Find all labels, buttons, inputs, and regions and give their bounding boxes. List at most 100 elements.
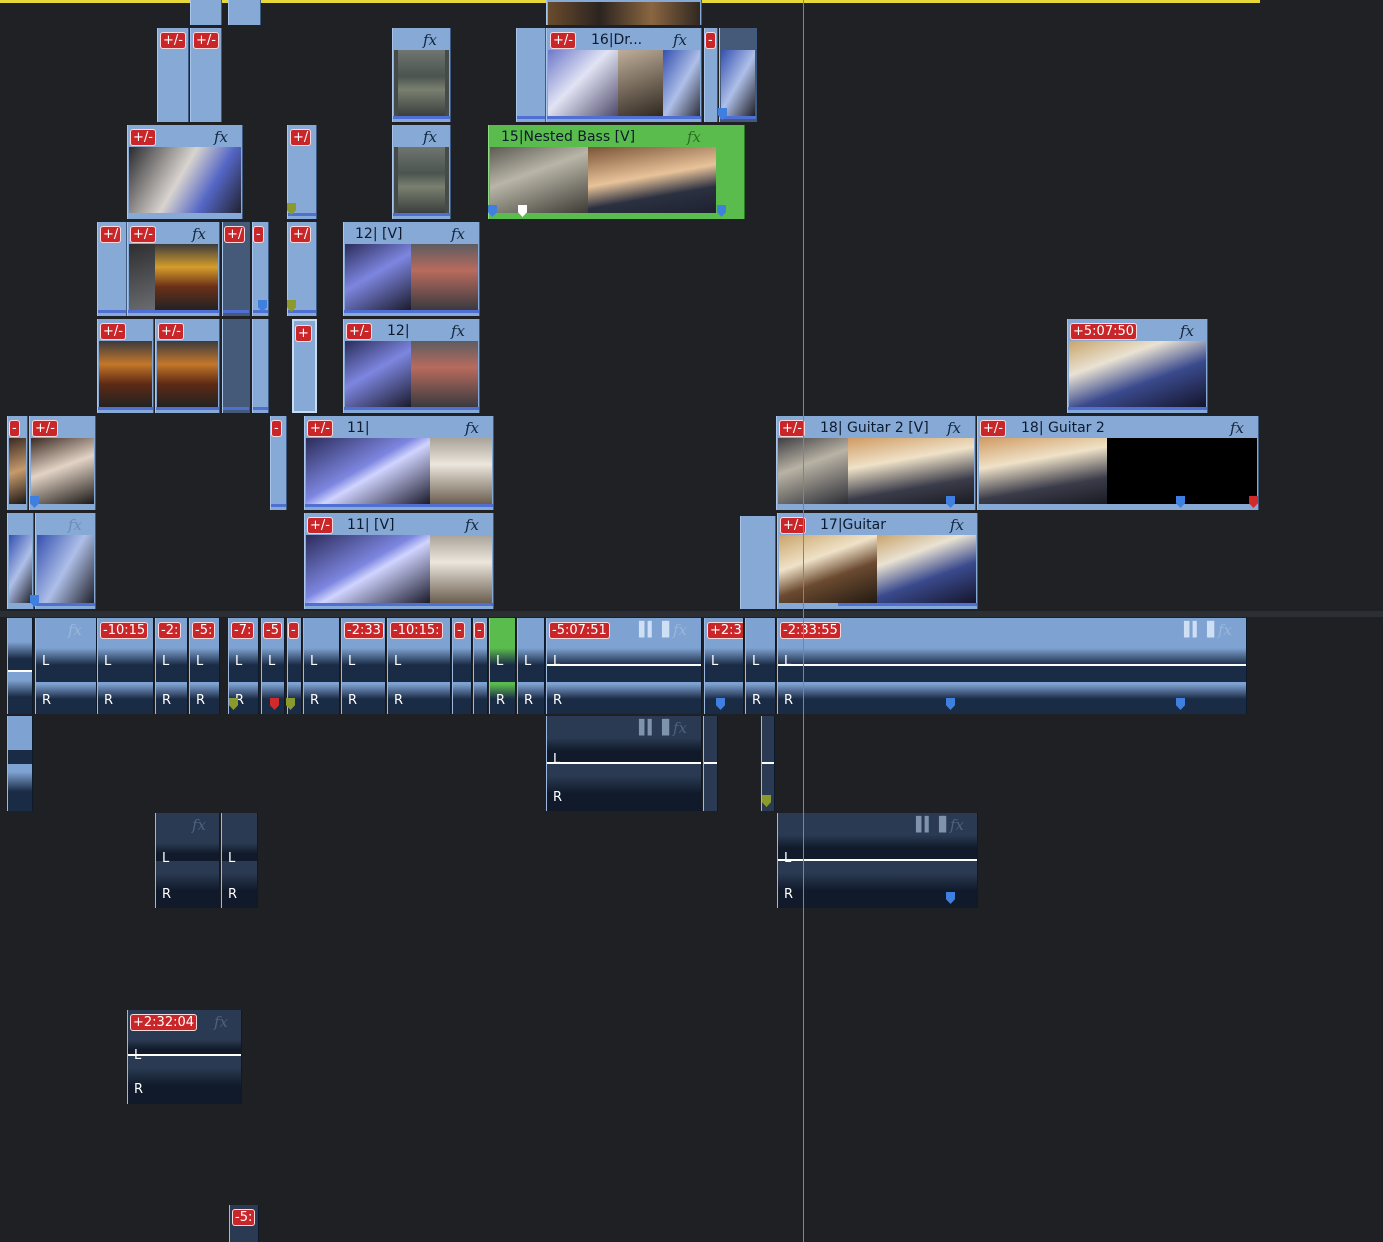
audio-clip[interactable] — [7, 716, 33, 811]
level-badge[interactable]: +/- — [980, 420, 1006, 437]
audio-track-7[interactable] — [0, 1200, 1383, 1242]
fx-icon[interactable]: fx — [68, 516, 82, 534]
waveform-icon[interactable]: ▌▍▐▍ — [1184, 622, 1221, 638]
video-clip[interactable]: + — [292, 319, 317, 413]
video-clip[interactable]: fx — [392, 125, 451, 219]
waveform-icon[interactable]: ▌▍▐▍ — [639, 622, 676, 638]
fx-icon[interactable]: fx — [192, 225, 206, 243]
video-clip[interactable] — [740, 516, 776, 609]
level-badge[interactable]: +5:07:50 — [1070, 323, 1138, 340]
video-clip[interactable]: +/- — [155, 319, 220, 413]
level-badge[interactable]: +/ — [224, 226, 246, 243]
level-badge[interactable]: +/- — [100, 323, 126, 340]
fx-icon[interactable]: fx — [192, 816, 206, 834]
fx-icon[interactable]: fx — [451, 225, 465, 243]
offset-badge[interactable]: - — [288, 622, 299, 639]
audio-clip[interactable]: -5:07:51 ▌▍▐▍ fx L R — [546, 618, 702, 714]
fx-icon[interactable]: fx — [214, 1013, 228, 1031]
fx-icon[interactable]: fx — [214, 128, 228, 146]
level-badge[interactable]: +/- — [307, 420, 333, 437]
offset-badge[interactable]: -5: — [192, 622, 216, 639]
video-clip[interactable] — [546, 0, 702, 25]
offset-badge[interactable]: -5: — [232, 1209, 256, 1226]
audio-clip[interactable]: ▌▍▐▍ fx L R — [546, 716, 702, 811]
volume-envelope[interactable] — [128, 1054, 241, 1056]
audio-clip[interactable]: -2:33 L R — [341, 618, 386, 714]
audio-clip[interactable]: -2: L R — [155, 618, 188, 714]
volume-envelope[interactable] — [778, 859, 977, 861]
offset-badge[interactable]: -5 — [263, 622, 282, 639]
volume-envelope[interactable] — [778, 664, 1246, 666]
timeline[interactable]: +/- +/- fx +/- 16|Dr... fx - +/- fx +/ f… — [0, 0, 1383, 1242]
audio-track-4[interactable] — [0, 909, 1383, 1007]
video-clip[interactable]: - — [270, 416, 287, 510]
fx-icon[interactable]: fx — [687, 128, 701, 146]
audio-clip[interactable] — [7, 618, 33, 714]
video-clip[interactable]: - — [7, 416, 28, 510]
level-badge[interactable]: +/- — [550, 32, 576, 49]
audio-clip[interactable]: L R — [221, 813, 258, 908]
fx-icon[interactable]: fx — [1218, 621, 1232, 639]
video-clip[interactable]: +/ — [222, 222, 250, 316]
level-badge[interactable]: +/- — [130, 129, 156, 146]
fx-icon[interactable]: fx — [1230, 419, 1244, 437]
video-clip[interactable] — [719, 28, 757, 122]
level-badge[interactable]: - — [253, 226, 264, 243]
audio-clip[interactable]: fx L R — [35, 618, 97, 714]
level-badge[interactable]: +/- — [307, 517, 333, 534]
level-badge[interactable]: + — [295, 325, 312, 342]
level-badge[interactable]: +/- — [160, 32, 186, 49]
fx-icon[interactable]: fx — [68, 621, 82, 639]
nested-audio-clip[interactable]: L R — [489, 618, 516, 714]
volume-envelope[interactable] — [8, 670, 32, 672]
offset-badge[interactable]: - — [454, 622, 465, 639]
volume-envelope[interactable] — [547, 762, 701, 764]
fx-icon[interactable]: fx — [1180, 322, 1194, 340]
video-clip[interactable]: +/- 12| fx — [343, 319, 480, 413]
audio-clip[interactable]: L R — [745, 618, 776, 714]
nested-clip[interactable]: 15|Nested Bass [V] fx — [488, 125, 745, 219]
video-clip[interactable]: - — [704, 28, 718, 122]
fx-icon[interactable]: fx — [673, 719, 687, 737]
video-track-7[interactable] — [0, 512, 1383, 612]
offset-badge[interactable]: -2:33 — [344, 622, 384, 639]
fx-icon[interactable]: fx — [673, 31, 687, 49]
volume-envelope[interactable] — [547, 664, 701, 666]
level-badge[interactable]: +/- — [32, 420, 58, 437]
waveform-icon[interactable]: ▌▍▐▍ — [639, 720, 676, 736]
fx-icon[interactable]: fx — [950, 816, 964, 834]
offset-badge[interactable]: -10:15: — [390, 622, 443, 639]
level-badge[interactable]: - — [9, 420, 20, 437]
level-badge[interactable]: +/- — [193, 32, 219, 49]
offset-badge[interactable]: -2:33:55 — [780, 622, 841, 639]
video-clip[interactable]: +/- — [97, 319, 154, 413]
fx-icon[interactable]: fx — [673, 621, 687, 639]
level-badge[interactable]: +/ — [290, 226, 312, 243]
fx-icon[interactable]: fx — [423, 128, 437, 146]
audio-track-6[interactable] — [0, 1103, 1383, 1201]
video-clip[interactable] — [516, 28, 546, 122]
offset-badge[interactable]: -10:15 — [100, 622, 149, 639]
video-clip[interactable]: +/- fx — [127, 125, 243, 219]
video-clip[interactable] — [222, 319, 250, 413]
offset-badge[interactable]: +2:32:04 — [130, 1014, 198, 1031]
level-badge[interactable]: +/- — [346, 323, 372, 340]
waveform-icon[interactable]: ▌▍▐▍ — [916, 817, 953, 833]
offset-badge[interactable]: +2:3 — [707, 622, 743, 639]
fx-icon[interactable]: fx — [423, 31, 437, 49]
video-clip[interactable]: +/- 18| Guitar 2 fx — [977, 416, 1259, 510]
video-clip[interactable]: +/ — [97, 222, 127, 316]
offset-badge[interactable]: - — [474, 622, 485, 639]
fx-icon[interactable]: fx — [947, 419, 961, 437]
audio-clip[interactable] — [703, 716, 718, 811]
video-clip[interactable]: +/- — [190, 28, 222, 122]
level-badge[interactable]: +/ — [100, 226, 122, 243]
video-clip[interactable]: +/- 16|Dr... fx — [546, 28, 702, 122]
audio-clip[interactable]: -5: L R — [189, 618, 220, 714]
video-clip[interactable]: 12| [V] fx — [343, 222, 480, 316]
video-clip[interactable]: fx — [392, 28, 451, 122]
level-badge[interactable]: +/- — [779, 420, 805, 437]
offset-badge[interactable]: -2: — [158, 622, 182, 639]
video-clip[interactable]: fx — [35, 513, 96, 609]
fx-icon[interactable]: fx — [465, 419, 479, 437]
